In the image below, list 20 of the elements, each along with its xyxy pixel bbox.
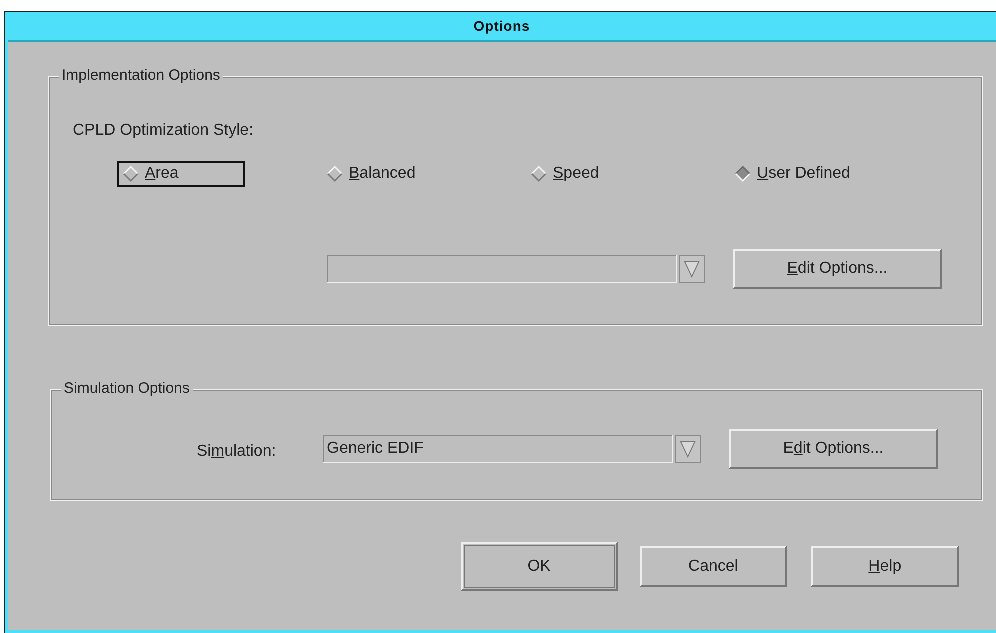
field-label: Simulation: — [197, 442, 278, 461]
radio-label: Area — [145, 165, 179, 183]
radio-option[interactable]: Area — [117, 161, 245, 187]
radio-option[interactable]: Balanced — [321, 161, 422, 187]
dialog-button[interactable]: Cancel — [640, 546, 788, 587]
radio-option[interactable]: User Defined — [729, 161, 856, 187]
dropdown-field[interactable]: Generic EDIF — [323, 435, 673, 463]
radio-label: User Defined — [757, 165, 850, 183]
radio-option[interactable]: Speed — [525, 161, 606, 187]
dialog-button[interactable]: OK — [461, 542, 618, 591]
radio-label: Speed — [553, 165, 600, 183]
group-legend: Simulation Options — [61, 380, 193, 397]
edit-options-button[interactable]: Edit Options... — [729, 429, 938, 469]
field-label: CPLD Optimization Style: — [73, 122, 255, 140]
window-title: Options — [474, 18, 530, 34]
group-legend: Implementation Options — [59, 67, 224, 84]
dropdown-field[interactable] — [327, 255, 677, 283]
dialog-button[interactable]: Help — [811, 546, 959, 587]
radio-label: Balanced — [349, 165, 416, 183]
edit-options-button[interactable]: Edit Options... — [733, 249, 942, 289]
